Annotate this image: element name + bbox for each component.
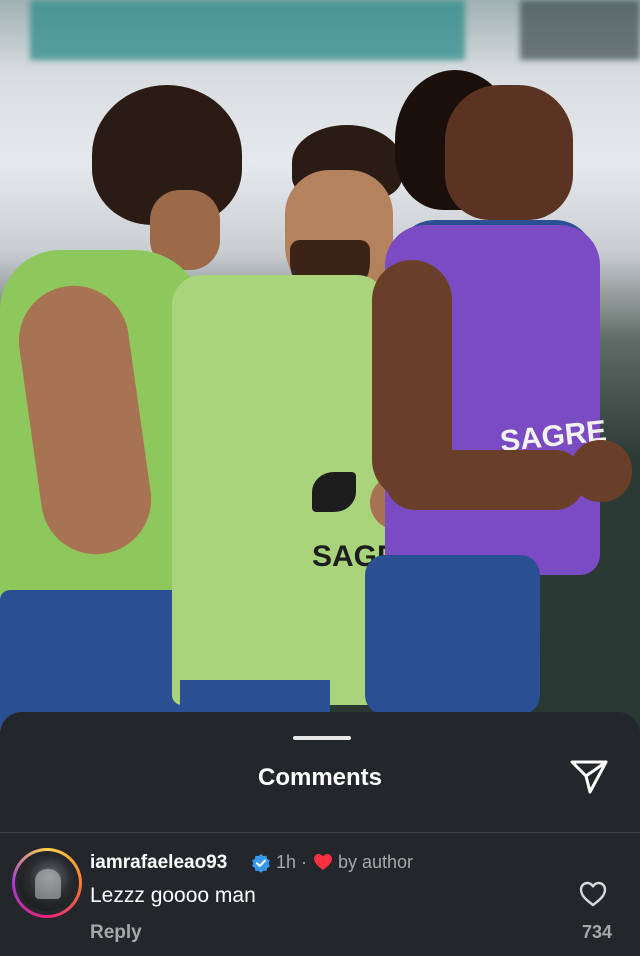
background-banner — [30, 0, 465, 60]
heart-icon — [314, 854, 332, 870]
comment-text: Lezzz goooo man — [90, 884, 256, 907]
middle-player-puma-logo — [312, 472, 356, 512]
comments-title: Comments — [257, 764, 383, 791]
separator-dot: · — [301, 852, 307, 872]
avatar[interactable] — [12, 848, 82, 918]
avatar-image — [19, 855, 75, 911]
heart-outline-icon[interactable] — [579, 881, 607, 907]
like-count: 734 — [581, 922, 612, 942]
comment-username[interactable]: iamrafaeleao93 — [90, 852, 227, 874]
post-photo: SAGRE SAGRE — [0, 0, 640, 740]
right-player-forearm — [385, 450, 585, 510]
comment-time: 1h — [276, 852, 297, 872]
reply-button[interactable]: Reply — [90, 922, 142, 944]
background-building — [520, 0, 640, 60]
header-divider — [0, 832, 640, 833]
right-player-face — [445, 85, 573, 220]
verified-badge-icon — [252, 854, 270, 873]
liked-by-author-label: by author — [338, 852, 414, 872]
paper-plane-icon[interactable] — [568, 758, 610, 796]
right-player-shorts — [365, 555, 540, 715]
drag-handle[interactable] — [293, 736, 351, 740]
comments-sheet: Comments iamrafaeleao93 1h · by author L… — [0, 712, 640, 956]
right-player-hand — [570, 440, 632, 502]
